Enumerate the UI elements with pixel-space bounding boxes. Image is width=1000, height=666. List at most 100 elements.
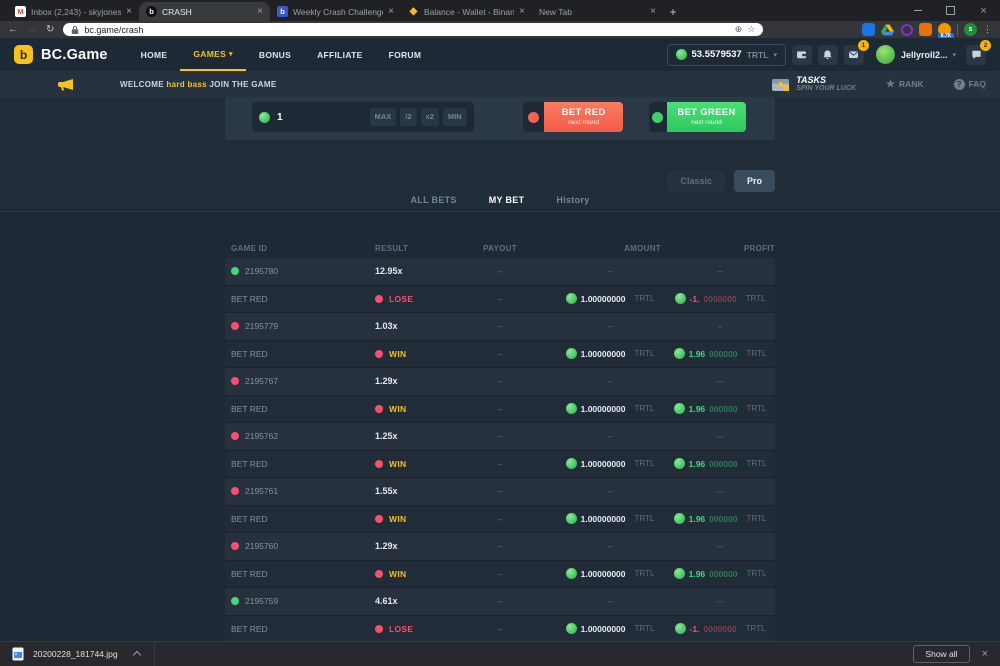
table-row-bet[interactable]: BET RED WIN – 1.00000000TRTL 1.96000000T… (225, 561, 775, 589)
game-id: 2195761 (245, 486, 278, 496)
tab-close-icon[interactable]: × (388, 6, 394, 17)
outcome-label: WIN (389, 459, 406, 469)
mode-switch: Classic Pro (225, 170, 775, 192)
min-button[interactable]: MIN (443, 108, 467, 126)
trtl-coin-icon (676, 49, 687, 60)
table-row-bet[interactable]: BET RED LOSE – 1.00000000TRTL -1.0000000… (225, 286, 775, 314)
result-multiplier: 4.61x (375, 596, 445, 606)
bet-amount-value[interactable]: 1 (277, 112, 366, 123)
bet-type-label: BET RED (225, 569, 375, 579)
zoom-page-icon[interactable]: ⊕ (735, 25, 743, 34)
tasks-area[interactable]: TASKS SPIN YOUR LUCK (771, 75, 856, 93)
rank-link[interactable]: ★RANK (886, 79, 924, 90)
table-row-bet[interactable]: BET RED WIN – 1.00000000TRTL 1.96000000T… (225, 506, 775, 534)
bet-color-dot (375, 460, 383, 468)
username-label[interactable]: Jellyroll2... (901, 50, 948, 60)
minimize-button[interactable] (901, 0, 934, 21)
amount-cell: 1.00000000TRTL (555, 348, 665, 359)
tab-weekly-challenge[interactable]: b Weekly Crash Challenge - Red R × (270, 2, 401, 21)
balance-amount: 53.5579537 (692, 49, 742, 60)
extension-icon-purple[interactable] (900, 23, 913, 36)
nav-home[interactable]: HOME (128, 38, 181, 71)
welcome-join: JOIN THE GAME (209, 80, 276, 89)
treasure-chest-icon (771, 76, 790, 92)
bet-type-label: BET RED (225, 349, 375, 359)
table-row-bet[interactable]: BET RED LOSE – 1.00000000TRTL -1.0000000… (225, 616, 775, 642)
bet-green-button[interactable]: BET GREEN next round (667, 102, 746, 132)
tab-close-icon[interactable]: × (126, 6, 132, 17)
chat-button[interactable]: 2 (966, 45, 986, 65)
close-shelf-icon[interactable]: × (982, 648, 988, 660)
extension-icon-orange[interactable] (919, 23, 932, 36)
table-row-game[interactable]: 2195780 12.95x – – – (225, 258, 775, 286)
welcome-player: hard bass (166, 80, 207, 89)
bet-type-label: BET RED (225, 294, 375, 304)
wallet-button[interactable] (792, 45, 812, 65)
messages-button[interactable]: 1 (844, 45, 864, 65)
classic-mode-button[interactable]: Classic (667, 170, 725, 192)
game-result-dot (231, 597, 239, 605)
notifications-button[interactable] (818, 45, 838, 65)
result-multiplier: 1.03x (375, 321, 445, 331)
bcgame-logo[interactable]: b (14, 45, 33, 64)
tab-newtab[interactable]: New Tab × (532, 2, 663, 21)
nav-games[interactable]: GAMES▾ (180, 38, 246, 71)
table-row-game[interactable]: 2195761 1.55x – – – (225, 478, 775, 506)
table-row-game[interactable]: 2195759 4.61x – – – (225, 588, 775, 616)
brand-title[interactable]: BC.Game (41, 47, 108, 63)
table-row-bet[interactable]: BET RED WIN – 1.00000000TRTL 1.96000000T… (225, 396, 775, 424)
table-row-game[interactable]: 2195767 1.29x – – – (225, 368, 775, 396)
tab-gmail[interactable]: M Inbox (2,243) - skyjones84@gma × (8, 2, 139, 21)
table-row-bet[interactable]: BET RED WIN – 1.00000000TRTL 1.96000000T… (225, 451, 775, 479)
toolbar-divider (957, 24, 958, 36)
browser-profile-avatar[interactable]: s (964, 23, 977, 36)
download-shelf: 20200228_181744.jpg Show all × (0, 641, 1000, 666)
forward-icon[interactable]: → (27, 25, 37, 35)
bookmark-star-icon[interactable]: ☆ (747, 25, 755, 34)
balance-selector[interactable]: 53.5579537 TRTL ▾ (667, 44, 786, 66)
bet-color-dot (375, 295, 383, 303)
profit-cell: 1.96000000TRTL (665, 458, 775, 469)
col-payout: PAYOUT (445, 244, 555, 253)
show-all-button[interactable]: Show all (913, 645, 969, 663)
extension-icon-blue[interactable] (862, 23, 875, 36)
chevron-up-icon[interactable] (132, 651, 140, 659)
faq-link[interactable]: ?FAQ (954, 79, 986, 90)
new-tab-button[interactable]: + (663, 2, 683, 21)
game-result-dot (231, 487, 239, 495)
maximize-button[interactable] (934, 0, 967, 21)
download-filename[interactable]: 20200228_181744.jpg (33, 649, 118, 659)
payout-value: – (445, 541, 555, 551)
user-avatar[interactable] (876, 45, 895, 64)
tab-close-icon[interactable]: × (519, 6, 525, 17)
table-row-game[interactable]: 2195760 1.29x – – – (225, 533, 775, 561)
reload-icon[interactable]: ↻ (46, 25, 54, 35)
pro-mode-button[interactable]: Pro (734, 170, 775, 192)
drive-extension-icon[interactable] (881, 23, 894, 36)
back-icon[interactable]: ← (8, 25, 18, 35)
nav-affiliate[interactable]: AFFILIATE (304, 38, 376, 71)
table-row-game[interactable]: 2195779 1.03x – – – (225, 313, 775, 341)
table-row-game[interactable]: 2195762 1.25x – – – (225, 423, 775, 451)
extension-icon-badged[interactable]: 8.7K (938, 23, 951, 36)
trtl-coin-icon (674, 403, 685, 414)
bet-red-button[interactable]: BET RED next round (544, 102, 623, 132)
half-button[interactable]: /2 (400, 108, 416, 126)
tab-close-icon[interactable]: × (650, 6, 656, 17)
browser-menu-icon[interactable]: ⋮ (983, 24, 992, 35)
nav-forum[interactable]: FORUM (376, 38, 435, 71)
tab-close-icon[interactable]: × (257, 6, 263, 17)
tab-title: Balance - Wallet - Binance (424, 7, 514, 17)
bet-amount-input[interactable]: 1 MAX /2 x2 MIN (252, 102, 474, 132)
nav-bonus[interactable]: BONUS (246, 38, 304, 71)
address-bar[interactable]: bc.game/crash ⊕ ☆ (63, 23, 763, 36)
close-window-button[interactable]: × (967, 0, 1000, 21)
table-row-bet[interactable]: BET RED WIN – 1.00000000TRTL 1.96000000T… (225, 341, 775, 369)
site-header: b BC.Game HOME GAMES▾ BONUS AFFILIATE FO… (0, 38, 1000, 71)
max-button[interactable]: MAX (370, 108, 397, 126)
tab-binance[interactable]: ◆ Balance - Wallet - Binance × (401, 2, 532, 21)
double-button[interactable]: x2 (421, 108, 439, 126)
bet-color-dot (375, 570, 383, 578)
tab-crash-active[interactable]: b CRASH × (139, 2, 270, 21)
browser-window: M Inbox (2,243) - skyjones84@gma × b CRA… (0, 0, 1000, 666)
